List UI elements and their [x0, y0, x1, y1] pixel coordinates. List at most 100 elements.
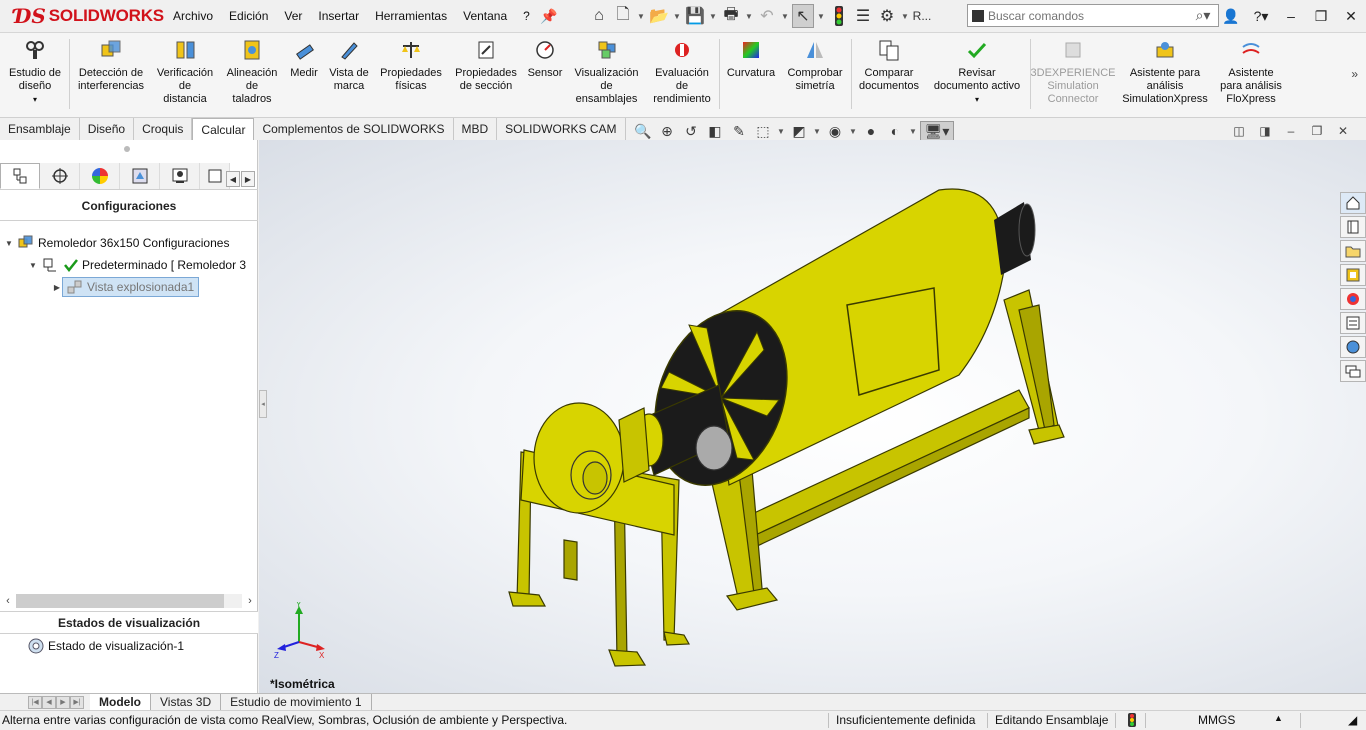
graphics-area[interactable]: Y X Z *Isométrica ◂	[259, 140, 1366, 693]
print-dropdown-icon[interactable]: ▼	[744, 4, 754, 28]
scroll-left-icon[interactable]: ‹	[0, 595, 16, 607]
zoom-to-area-icon[interactable]: ⊕	[656, 121, 678, 141]
tab-mbd[interactable]: MBD	[454, 118, 498, 140]
apply-scene-icon[interactable]: ◐	[884, 121, 906, 141]
menu-edicion[interactable]: Edición	[221, 9, 276, 23]
tab-calcular[interactable]: Calcular	[192, 118, 255, 140]
resize-grip-icon[interactable]: ◢	[1348, 713, 1357, 727]
interference-detection-button[interactable]: Detección de interferencias	[73, 39, 149, 93]
dimxpert-tab[interactable]	[120, 163, 160, 189]
search-input[interactable]	[988, 8, 1188, 23]
sensor-button[interactable]: Sensor	[525, 39, 565, 80]
user-icon[interactable]: 👤	[1216, 8, 1246, 25]
hide-show-dropdown-icon[interactable]: ▼	[848, 121, 858, 141]
view-settings-icon[interactable]: 🖥▾	[920, 121, 954, 141]
solidworks-forum-tab[interactable]	[1340, 336, 1366, 358]
section-properties-button[interactable]: Propiedades de sección	[450, 39, 522, 93]
display-manager-tab[interactable]	[160, 163, 200, 189]
undo-icon[interactable]: ↶	[756, 4, 778, 28]
tab-modelo[interactable]: Modelo	[90, 694, 151, 710]
tile-right-icon[interactable]: ◨	[1252, 124, 1278, 138]
propertymanager-tab[interactable]	[40, 163, 80, 189]
previous-view-icon[interactable]: ↺	[680, 121, 702, 141]
curvature-button[interactable]: Curvatura	[722, 39, 780, 80]
view-palette-tab[interactable]	[1340, 264, 1366, 286]
custom-properties-tab[interactable]	[1340, 312, 1366, 334]
tree-item-exploded-view[interactable]: ▶ Vista explosionada1	[0, 276, 258, 298]
tab-estudio-movimiento[interactable]: Estudio de movimiento 1	[221, 694, 372, 710]
collapse-arrow-icon[interactable]: ▼	[28, 261, 38, 270]
collapse-arrow-icon[interactable]: ▼	[4, 239, 14, 248]
menu-archivo[interactable]: Archivo	[165, 9, 221, 23]
view-orientation-icon[interactable]: ⬚	[752, 121, 774, 141]
doc-minimize-icon[interactable]: –	[1278, 124, 1304, 138]
appearances-tab[interactable]	[1340, 288, 1366, 310]
close-icon[interactable]: ✕	[1336, 8, 1366, 25]
options-gear-icon[interactable]: ⚙	[876, 4, 898, 28]
first-tab-icon[interactable]: |◀	[28, 695, 42, 709]
display-state-item[interactable]: Estado de visualización-1	[0, 635, 258, 657]
tree-item-default-config[interactable]: ▼ Predeterminado [ Remoledor 3	[0, 254, 258, 276]
apply-scene-dropdown-icon[interactable]: ▼	[908, 121, 918, 141]
assembly-visualization-button[interactable]: Visualización de ensamblajes	[569, 39, 644, 106]
exploded-view-label[interactable]: Vista explosionada1	[62, 277, 200, 297]
prev-tab-icon[interactable]: ◀	[42, 695, 56, 709]
options-dropdown-icon[interactable]: ▼	[900, 4, 910, 28]
mass-properties-button[interactable]: Propiedades físicas	[377, 39, 445, 93]
menu-herramientas[interactable]: Herramientas	[367, 9, 455, 23]
expand-arrow-icon[interactable]: ▶	[52, 283, 62, 292]
tab-ensamblaje[interactable]: Ensamblaje	[0, 118, 80, 140]
scroll-thumb[interactable]	[16, 594, 224, 608]
display-style-dropdown-icon[interactable]: ▼	[812, 121, 822, 141]
overflow-label[interactable]: R...	[912, 4, 932, 28]
tree-item-configurations[interactable]: ▼ Remoledor 36x150 Configuraciones	[0, 232, 258, 254]
hole-alignment-button[interactable]: Alineación de taladros	[222, 39, 282, 106]
doc-restore-icon[interactable]: ❐	[1304, 124, 1330, 138]
save-icon[interactable]: 💾	[684, 4, 706, 28]
scroll-track[interactable]	[16, 594, 242, 608]
tab-scroll-left-icon[interactable]: ◀	[226, 171, 240, 187]
view-orientation-dropdown-icon[interactable]: ▼	[776, 121, 786, 141]
last-tab-icon[interactable]: ▶|	[70, 695, 84, 709]
new-dropdown-icon[interactable]: ▼	[636, 4, 646, 28]
print-icon[interactable]: 🖶	[720, 4, 742, 28]
save-dropdown-icon[interactable]: ▼	[708, 4, 718, 28]
tab-complementos[interactable]: Complementos de SOLIDWORKS	[254, 118, 454, 140]
select-dropdown-icon[interactable]: ▼	[816, 4, 826, 28]
chat-tab[interactable]	[1340, 360, 1366, 382]
measure-button[interactable]: Medir	[285, 39, 323, 80]
restore-icon[interactable]: ❐	[1306, 8, 1336, 25]
performance-evaluation-button[interactable]: Evaluación de rendimiento	[647, 39, 717, 106]
units-dropdown-icon[interactable]: ▲	[1274, 713, 1283, 723]
doc-close-icon[interactable]: ✕	[1330, 124, 1356, 138]
minimize-icon[interactable]: –	[1276, 8, 1306, 24]
scroll-right-icon[interactable]: ›	[242, 595, 258, 607]
rebuild-traffic-light-icon[interactable]	[828, 4, 850, 28]
home-icon[interactable]: ⌂	[588, 4, 610, 28]
markup-view-button[interactable]: Vista de marca	[326, 39, 372, 93]
unit-system[interactable]: MMGS	[1198, 713, 1235, 727]
design-checker-button[interactable]: Revisar documento activo ▾	[928, 39, 1026, 106]
horizontal-scrollbar[interactable]: ‹ ›	[0, 592, 258, 610]
edit-appearance-icon[interactable]: ●	[860, 121, 882, 141]
tile-left-icon[interactable]: ◫	[1226, 124, 1252, 138]
menu-help[interactable]: ?	[515, 9, 538, 23]
search-magnifier-icon[interactable]: ⌕▾	[1188, 7, 1218, 24]
tab-vistas-3d[interactable]: Vistas 3D	[151, 694, 222, 710]
zoom-to-fit-icon[interactable]: 🔍	[632, 121, 654, 141]
featuremanager-tab[interactable]	[0, 163, 40, 189]
tab-scroll-right-icon[interactable]: ▶	[241, 171, 255, 187]
rebuild-status-icon[interactable]	[1128, 713, 1136, 730]
tab-solidworks-cam[interactable]: SOLIDWORKS CAM	[497, 118, 626, 140]
assembly-model[interactable]	[259, 140, 1366, 693]
menu-ver[interactable]: Ver	[276, 9, 310, 23]
file-explorer-tab[interactable]	[1340, 240, 1366, 262]
dynamic-annotation-icon[interactable]: ✎	[728, 121, 750, 141]
ribbon-expand-icon[interactable]: »	[1351, 67, 1358, 81]
design-study-button[interactable]: Estudio de diseño ▾	[4, 39, 66, 106]
panel-grip[interactable]	[124, 146, 130, 152]
open-icon[interactable]: 📂	[648, 4, 670, 28]
display-style-icon[interactable]: ◩	[788, 121, 810, 141]
simulationxpress-button[interactable]: Asistente para análisis SimulationXpress	[1118, 39, 1212, 106]
clearance-verification-button[interactable]: Verificación de distancia	[152, 39, 218, 106]
